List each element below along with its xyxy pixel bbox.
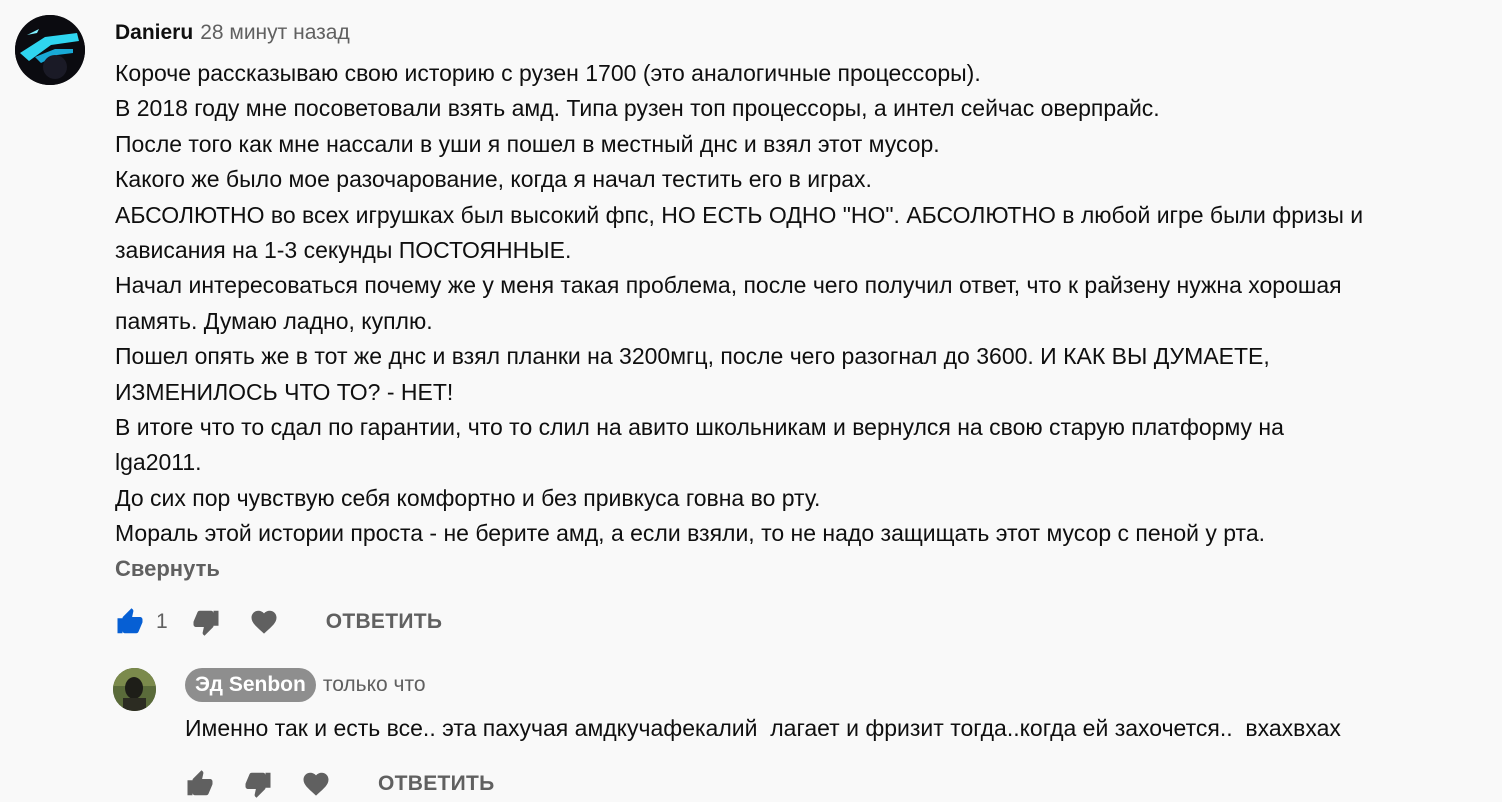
heart-icon [303,772,329,796]
reply-dislike-button[interactable] [240,766,276,802]
comment-timestamp[interactable]: 28 минут назад [200,20,350,46]
comment-line: Пошел опять же в тот же днс и взял планк… [115,343,1270,370]
thumbs-up-icon [117,608,143,634]
comment-line: память. Думаю ладно, куплю. [115,307,433,334]
reply-avatar-image [113,668,156,711]
like-count: 1 [156,610,168,633]
comment-header: Danieru 28 минут назад [115,20,350,46]
reply-button[interactable]: ОТВЕТИТЬ [326,610,443,634]
avatar-image [15,15,85,85]
comment-line: АБСОЛЮТНО во всех игрушках был высокий ф… [115,201,1364,228]
heart-icon [251,610,277,634]
reply-text: Именно так и есть все.. эта пахучая амдк… [185,715,1341,741]
thumbs-down-icon [245,772,271,798]
comment-line: зависания на 1-3 секунды ПОСТОЯННЫЕ. [115,237,572,264]
reply-avatar[interactable] [113,668,156,711]
comment-line: После того как мне нассали в уши я пошел… [115,130,940,157]
heart-button[interactable] [246,604,282,640]
comment-line: Короче рассказываю свою историю с рузен … [115,60,981,86]
collapse-button[interactable]: Свернуть [115,554,220,584]
reply-timestamp[interactable]: только что [323,673,426,697]
reply-header: Эд Senbon только что [185,668,426,702]
comment-line: Мораль этой истории проста - не берите а… [115,520,1266,547]
comment-text: Короче рассказываю свою историю с рузен … [115,56,1485,552]
thumbs-down-icon [193,610,219,636]
reply-reply-button[interactable]: ОТВЕТИТЬ [378,772,495,796]
comment-line: Какого же было мое разочарование, когда … [115,166,872,193]
dislike-button[interactable] [188,604,224,640]
reply-like-button[interactable] [182,766,218,802]
comment-line: ИЗМЕНИЛОСЬ ЧТО ТО? - НЕТ! [115,378,454,405]
comment-line: В итоге что то сдал по гарантии, что то … [115,414,1284,441]
reply-author-chip[interactable]: Эд Senbon [185,668,316,702]
comment-line: В 2018 году мне посоветовали взять амд. … [115,95,1160,122]
thumbs-up-icon [187,770,213,796]
like-button[interactable] [112,604,148,640]
comment-line: lga2011. [115,449,202,476]
comment-author[interactable]: Danieru [115,20,193,46]
avatar[interactable] [15,15,85,85]
comment-line: До сих пор чувствую себя комфортно и без… [115,484,821,511]
comment-thread: Danieru 28 минут назад Короче рассказыва… [0,0,1502,802]
comment-line: Начал интересоваться почему же у меня та… [115,272,1342,299]
reply-action-bar: ОТВЕТИТЬ [182,766,495,802]
comment-action-bar: 1 ОТВЕТИТЬ [112,604,442,640]
reply-heart-button[interactable] [298,766,334,802]
